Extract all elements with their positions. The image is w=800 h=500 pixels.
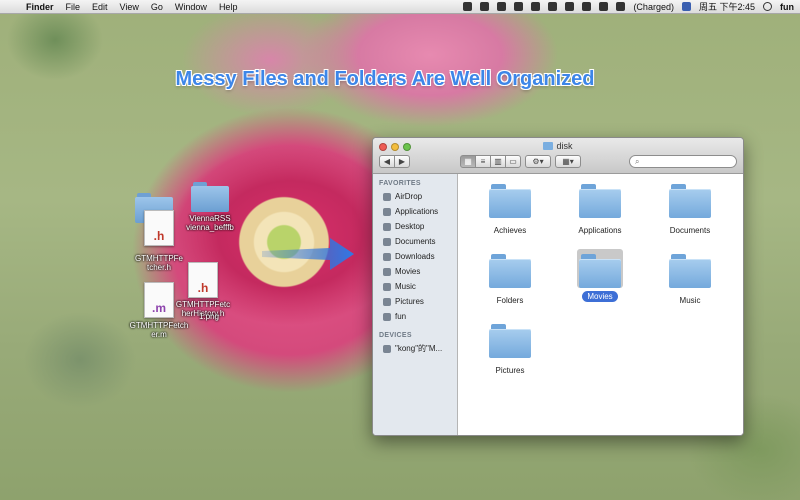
laptop-icon (383, 344, 391, 353)
desktop-file-label: ViennaRSS vienna_befffb (186, 214, 234, 232)
record-icon[interactable] (497, 2, 507, 11)
folder-item-achieves[interactable]: Achieves (470, 184, 550, 235)
dropbox-icon[interactable] (480, 2, 490, 11)
coverflow-view-button[interactable]: ▭ (505, 155, 521, 168)
window-title: disk (373, 141, 743, 151)
volume-icon[interactable] (599, 2, 609, 11)
menu-app-finder[interactable]: Finder (26, 2, 54, 12)
icon-view-button[interactable]: ▦ (460, 155, 476, 168)
downloads-icon (383, 252, 391, 261)
documents-icon (383, 237, 391, 246)
battery-icon[interactable] (616, 2, 626, 11)
sidebar-header-favorites: FAVORITES (379, 180, 421, 187)
sidebar-item-music[interactable]: Music (373, 279, 457, 294)
forward-button[interactable]: ▶ (394, 155, 410, 168)
arrange-button[interactable]: ▦▾ (555, 155, 581, 168)
sidebar-item-documents[interactable]: Documents (373, 234, 457, 249)
time-machine-icon[interactable] (531, 2, 541, 11)
menu-go[interactable]: Go (151, 2, 163, 12)
menu-bar: Finder File Edit View Go Window Help (Ch… (0, 0, 800, 14)
sidebar-item-home[interactable]: fun (373, 309, 457, 324)
file-grid: Achieves Applications Documents Folders … (458, 174, 743, 435)
folder-icon (543, 142, 554, 150)
airdrop-icon (383, 192, 391, 201)
wifi-icon[interactable] (582, 2, 592, 11)
music-icon (383, 282, 391, 291)
spotlight-icon[interactable] (763, 2, 772, 11)
sidebar-item-applications[interactable]: Applications (373, 204, 457, 219)
sidebar-header-devices: DEVICES (379, 332, 412, 339)
menu-help[interactable]: Help (219, 2, 238, 12)
toolbar: ◀ ▶ ▦ ≡ ▥ ▭ ⚙▾ ▦▾ ⌕ (379, 154, 737, 169)
header-file-icon: .h (144, 210, 174, 246)
sidebar: FAVORITES AirDrop Applications Desktop D… (373, 174, 458, 435)
action-gear-button[interactable]: ⚙▾ (525, 155, 551, 168)
desktop-file-label: 1.png (198, 312, 220, 321)
folder-item-movies[interactable]: Movies (560, 249, 640, 302)
movies-icon (383, 267, 391, 276)
folder-item-applications[interactable]: Applications (560, 184, 640, 235)
user-menu[interactable]: fun (780, 2, 794, 12)
status-area: (Charged) 周五 下午2:45 fun (463, 0, 794, 13)
folder-item-pictures[interactable]: Pictures (470, 324, 550, 375)
organize-arrow-icon (262, 238, 354, 270)
header-file-icon: .h (188, 262, 218, 298)
sidebar-item-airdrop[interactable]: AirDrop (373, 189, 457, 204)
back-button[interactable]: ◀ (379, 155, 395, 168)
view-mode-segment: ▦ ≡ ▥ ▭ (460, 155, 521, 168)
desktop-file[interactable]: 1.png (194, 312, 224, 321)
desktop-file[interactable]: .h GTMHTTPFetcherHistory.h (174, 262, 232, 318)
source-file-icon: .m (144, 282, 174, 318)
list-view-button[interactable]: ≡ (475, 155, 491, 168)
folder-icon (489, 324, 531, 358)
finder-window: disk ◀ ▶ ▦ ≡ ▥ ▭ ⚙▾ ▦▾ ⌕ FAVORITES AirDr… (372, 137, 744, 436)
folder-icon (191, 182, 229, 212)
applications-icon (383, 207, 391, 216)
sync-icon[interactable] (514, 2, 524, 11)
folder-item-folders[interactable]: Folders (470, 254, 550, 305)
folder-item-music[interactable]: Music (650, 254, 730, 305)
nav-buttons: ◀ ▶ (379, 155, 410, 168)
evernote-icon[interactable] (463, 2, 473, 11)
battery-status: (Charged) (633, 1, 674, 12)
menu-edit[interactable]: Edit (92, 2, 108, 12)
folder-item-documents[interactable]: Documents (650, 184, 730, 235)
folder-icon (579, 254, 621, 288)
desktop-folder[interactable]: ViennaRSS vienna_befffb (185, 182, 235, 232)
desktop-file-label: GTMHTTPFetcher.m (129, 321, 189, 339)
clock[interactable]: 周五 下午2:45 (699, 0, 755, 13)
menu-window[interactable]: Window (175, 2, 207, 12)
headline: Messy Files and Folders Are Well Organiz… (175, 68, 595, 90)
flag-icon[interactable] (681, 2, 691, 11)
folder-icon (489, 254, 531, 288)
home-icon (383, 312, 391, 321)
folder-icon (579, 184, 621, 218)
sidebar-item-pictures[interactable]: Pictures (373, 294, 457, 309)
desktop-icon (383, 222, 391, 231)
folder-icon (669, 184, 711, 218)
sidebar-item-movies[interactable]: Movies (373, 264, 457, 279)
sidebar-item-desktop[interactable]: Desktop (373, 219, 457, 234)
sidebar-item-downloads[interactable]: Downloads (373, 249, 457, 264)
search-field[interactable]: ⌕ (629, 155, 737, 168)
folder-icon (489, 184, 531, 218)
title-bar[interactable]: disk ◀ ▶ ▦ ≡ ▥ ▭ ⚙▾ ▦▾ ⌕ (373, 138, 743, 174)
folder-icon (669, 254, 711, 288)
menu-view[interactable]: View (120, 2, 139, 12)
column-view-button[interactable]: ▥ (490, 155, 506, 168)
sidebar-item-device[interactable]: "kong"的"M... (373, 341, 457, 356)
search-icon: ⌕ (635, 156, 640, 166)
display-icon[interactable] (565, 2, 575, 11)
pictures-icon (383, 297, 391, 306)
menu-file[interactable]: File (66, 2, 81, 12)
bluetooth-icon[interactable] (548, 2, 558, 11)
